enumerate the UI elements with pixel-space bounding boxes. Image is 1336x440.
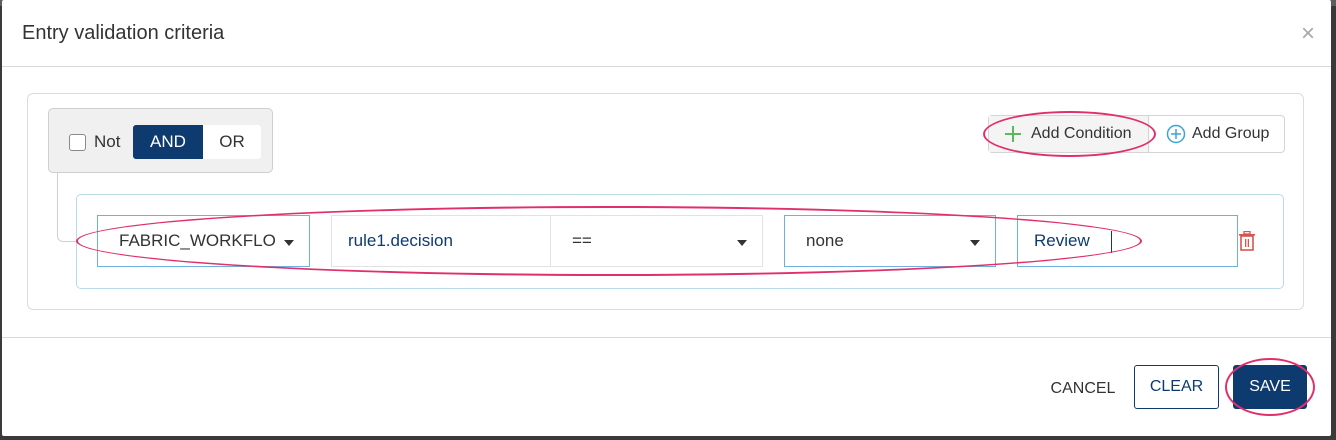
value-input-text: Review: [1034, 231, 1090, 250]
add-group-button[interactable]: Add Group: [1150, 116, 1284, 152]
not-checkbox[interactable]: [69, 134, 86, 151]
add-condition-button[interactable]: Add Condition: [989, 116, 1149, 152]
plus-icon: [1005, 126, 1021, 142]
chevron-down-icon: [737, 240, 747, 246]
value-type-select[interactable]: none: [784, 215, 996, 267]
group-connector-line: [57, 173, 78, 242]
operator-value: ==: [572, 231, 592, 250]
dialog-title: Entry validation criteria: [22, 22, 225, 44]
circle-plus-icon: [1166, 124, 1186, 144]
not-label: Not: [94, 132, 121, 151]
field-select-value: FABRIC_WORKFLO: [119, 231, 276, 250]
text-cursor: [1111, 231, 1112, 253]
operator-select[interactable]: ==: [550, 215, 763, 267]
close-icon[interactable]: ×: [1301, 22, 1315, 46]
expression-value: rule1.decision: [348, 231, 453, 250]
clear-button[interactable]: CLEAR: [1134, 365, 1219, 409]
chevron-down-icon: [970, 240, 980, 246]
chevron-down-icon: [284, 240, 294, 246]
add-group-label: Add Group: [1192, 125, 1270, 142]
field-select[interactable]: FABRIC_WORKFLO: [97, 215, 310, 267]
trash-icon[interactable]: [1238, 231, 1256, 251]
save-button[interactable]: SAVE: [1233, 365, 1307, 409]
or-combinator-button[interactable]: OR: [203, 125, 261, 159]
value-type-value: none: [806, 231, 844, 250]
expression-field[interactable]: rule1.decision: [331, 215, 551, 267]
and-combinator-button[interactable]: AND: [133, 125, 203, 159]
value-input[interactable]: Review: [1017, 215, 1238, 267]
dialog-header: Entry validation criteria ×: [2, 0, 1331, 67]
add-condition-label: Add Condition: [1031, 125, 1132, 142]
footer-divider: [2, 337, 1331, 338]
cancel-button[interactable]: CANCEL: [1041, 368, 1125, 410]
